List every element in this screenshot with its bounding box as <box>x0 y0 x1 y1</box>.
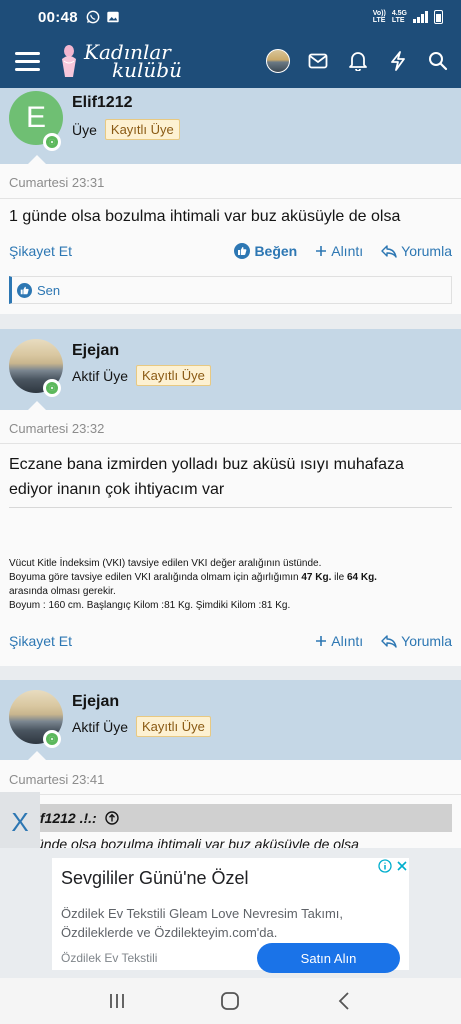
username[interactable]: Ejejan <box>72 693 119 711</box>
post-date[interactable]: Cumartesi 23:31 <box>9 175 104 190</box>
status-badge: Kayıtlı Üye <box>104 119 180 140</box>
home-button[interactable] <box>215 986 245 1016</box>
ad-close-icon[interactable] <box>394 858 409 873</box>
search-button[interactable] <box>425 48 451 74</box>
divider <box>0 198 461 199</box>
recent-apps-button[interactable] <box>102 986 132 1016</box>
likes-text[interactable]: Sen <box>37 283 60 298</box>
back-button[interactable] <box>329 986 359 1016</box>
site-logo[interactable]: Kadınlar kulübü <box>58 34 182 88</box>
hamburger-menu-button[interactable] <box>0 34 54 88</box>
divider <box>0 443 461 444</box>
ad-cta-button[interactable]: Satın Alın <box>257 943 400 973</box>
quote-header[interactable]: if1212 .!.: <box>30 804 452 832</box>
close-ad-button[interactable]: X <box>0 792 40 852</box>
ad-info-icon[interactable] <box>377 858 392 873</box>
volte-indicator: Vo)) LTE <box>372 10 386 24</box>
user-role: Aktif Üye Kayıtlı Üye <box>72 716 211 737</box>
notch <box>28 751 46 760</box>
gallery-icon <box>107 11 119 23</box>
user-role: Aktif Üye Kayıtlı Üye <box>72 365 211 386</box>
online-indicator <box>43 379 61 397</box>
post-body: Cumartesi 23:31 1 günde olsa bozulma iht… <box>0 164 461 314</box>
post-body: Cumartesi 23:32 Eczane bana izmirden yol… <box>0 410 461 666</box>
system-nav-bar <box>0 978 461 1024</box>
ad-banner: Sevgililer Günü'ne Özel Özdilek Ev Tekst… <box>0 848 461 978</box>
divider <box>0 794 461 795</box>
post-header: E Elif1212 Üye Kayıtlı Üye <box>0 88 461 164</box>
report-button[interactable]: Şikayet Et <box>9 243 72 259</box>
battery-icon <box>434 10 443 24</box>
messages-button[interactable] <box>305 48 331 74</box>
ad-card[interactable]: Sevgililer Günü'ne Özel Özdilek Ev Tekst… <box>52 858 409 973</box>
app-header: Kadınlar kulübü <box>0 34 461 88</box>
ad-title[interactable]: Sevgililer Günü'ne Özel <box>61 868 249 889</box>
lightning-icon <box>391 51 405 71</box>
search-icon <box>429 52 448 71</box>
signature: Vücut Kitle İndeksim (VKI) tavsiye edile… <box>9 558 377 611</box>
home-icon <box>221 992 240 1010</box>
plus-icon <box>316 636 327 646</box>
whatsapp-icon <box>86 10 100 24</box>
quote-author[interactable]: if1212 .!.: <box>36 810 97 826</box>
notch <box>28 401 46 410</box>
likes-summary[interactable]: Sen <box>9 276 452 304</box>
reply-arrow-icon <box>381 635 397 648</box>
report-button[interactable]: Şikayet Et <box>9 633 72 649</box>
arrow-up-circle-icon[interactable] <box>105 811 119 825</box>
status-bar: 00:48 Vo)) LTE 4.5G LTE <box>0 0 461 34</box>
post-date[interactable]: Cumartesi 23:32 <box>9 421 104 436</box>
notch <box>28 155 46 164</box>
ad-description: Özdilek Ev Tekstili Gleam Love Nevresim … <box>61 906 343 940</box>
quote-button[interactable]: Alıntı <box>315 243 363 259</box>
status-badge: Kayıtlı Üye <box>136 365 211 386</box>
thumbs-up-icon <box>17 282 32 298</box>
online-indicator <box>43 730 61 748</box>
post-message: 1 günde olsa bozulma ihtimali var buz ak… <box>9 208 401 225</box>
signature-divider <box>9 507 452 508</box>
user-role: Üye Kayıtlı Üye <box>72 119 180 140</box>
notifications-button[interactable] <box>345 48 371 74</box>
like-button[interactable]: Beğen <box>234 243 297 259</box>
username[interactable]: Ejejan <box>72 342 119 360</box>
post-header: Ejejan Aktif Üye Kayıtlı Üye <box>0 680 461 760</box>
logo-figure-icon <box>62 45 76 77</box>
reply-arrow-icon <box>381 245 397 258</box>
envelope-icon <box>308 53 328 69</box>
online-indicator <box>43 133 61 151</box>
avatar <box>266 49 290 73</box>
signal-icon <box>413 11 428 23</box>
ad-brand: Özdilek Ev Tekstili <box>61 951 158 965</box>
recent-apps-icon <box>109 994 124 1008</box>
whats-new-button[interactable] <box>385 48 411 74</box>
back-icon <box>338 992 349 1010</box>
status-time: 00:48 <box>38 8 78 26</box>
thumbs-up-icon <box>234 243 251 259</box>
post-header: Ejejan Aktif Üye Kayıtlı Üye <box>0 329 461 410</box>
bell-icon <box>349 52 367 71</box>
quote-button[interactable]: Alıntı <box>315 633 363 649</box>
post-date[interactable]: Cumartesi 23:41 <box>9 772 104 787</box>
post-message: Eczane bana izmirden yolladı buz aküsü ı… <box>9 456 404 498</box>
network-type: 4.5G LTE <box>391 10 407 24</box>
reply-button[interactable]: Yorumla <box>381 243 452 259</box>
plus-icon <box>316 246 327 256</box>
username[interactable]: Elif1212 <box>72 94 132 112</box>
status-badge: Kayıtlı Üye <box>136 716 211 737</box>
reply-button[interactable]: Yorumla <box>381 633 452 649</box>
profile-avatar-button[interactable] <box>265 48 291 74</box>
